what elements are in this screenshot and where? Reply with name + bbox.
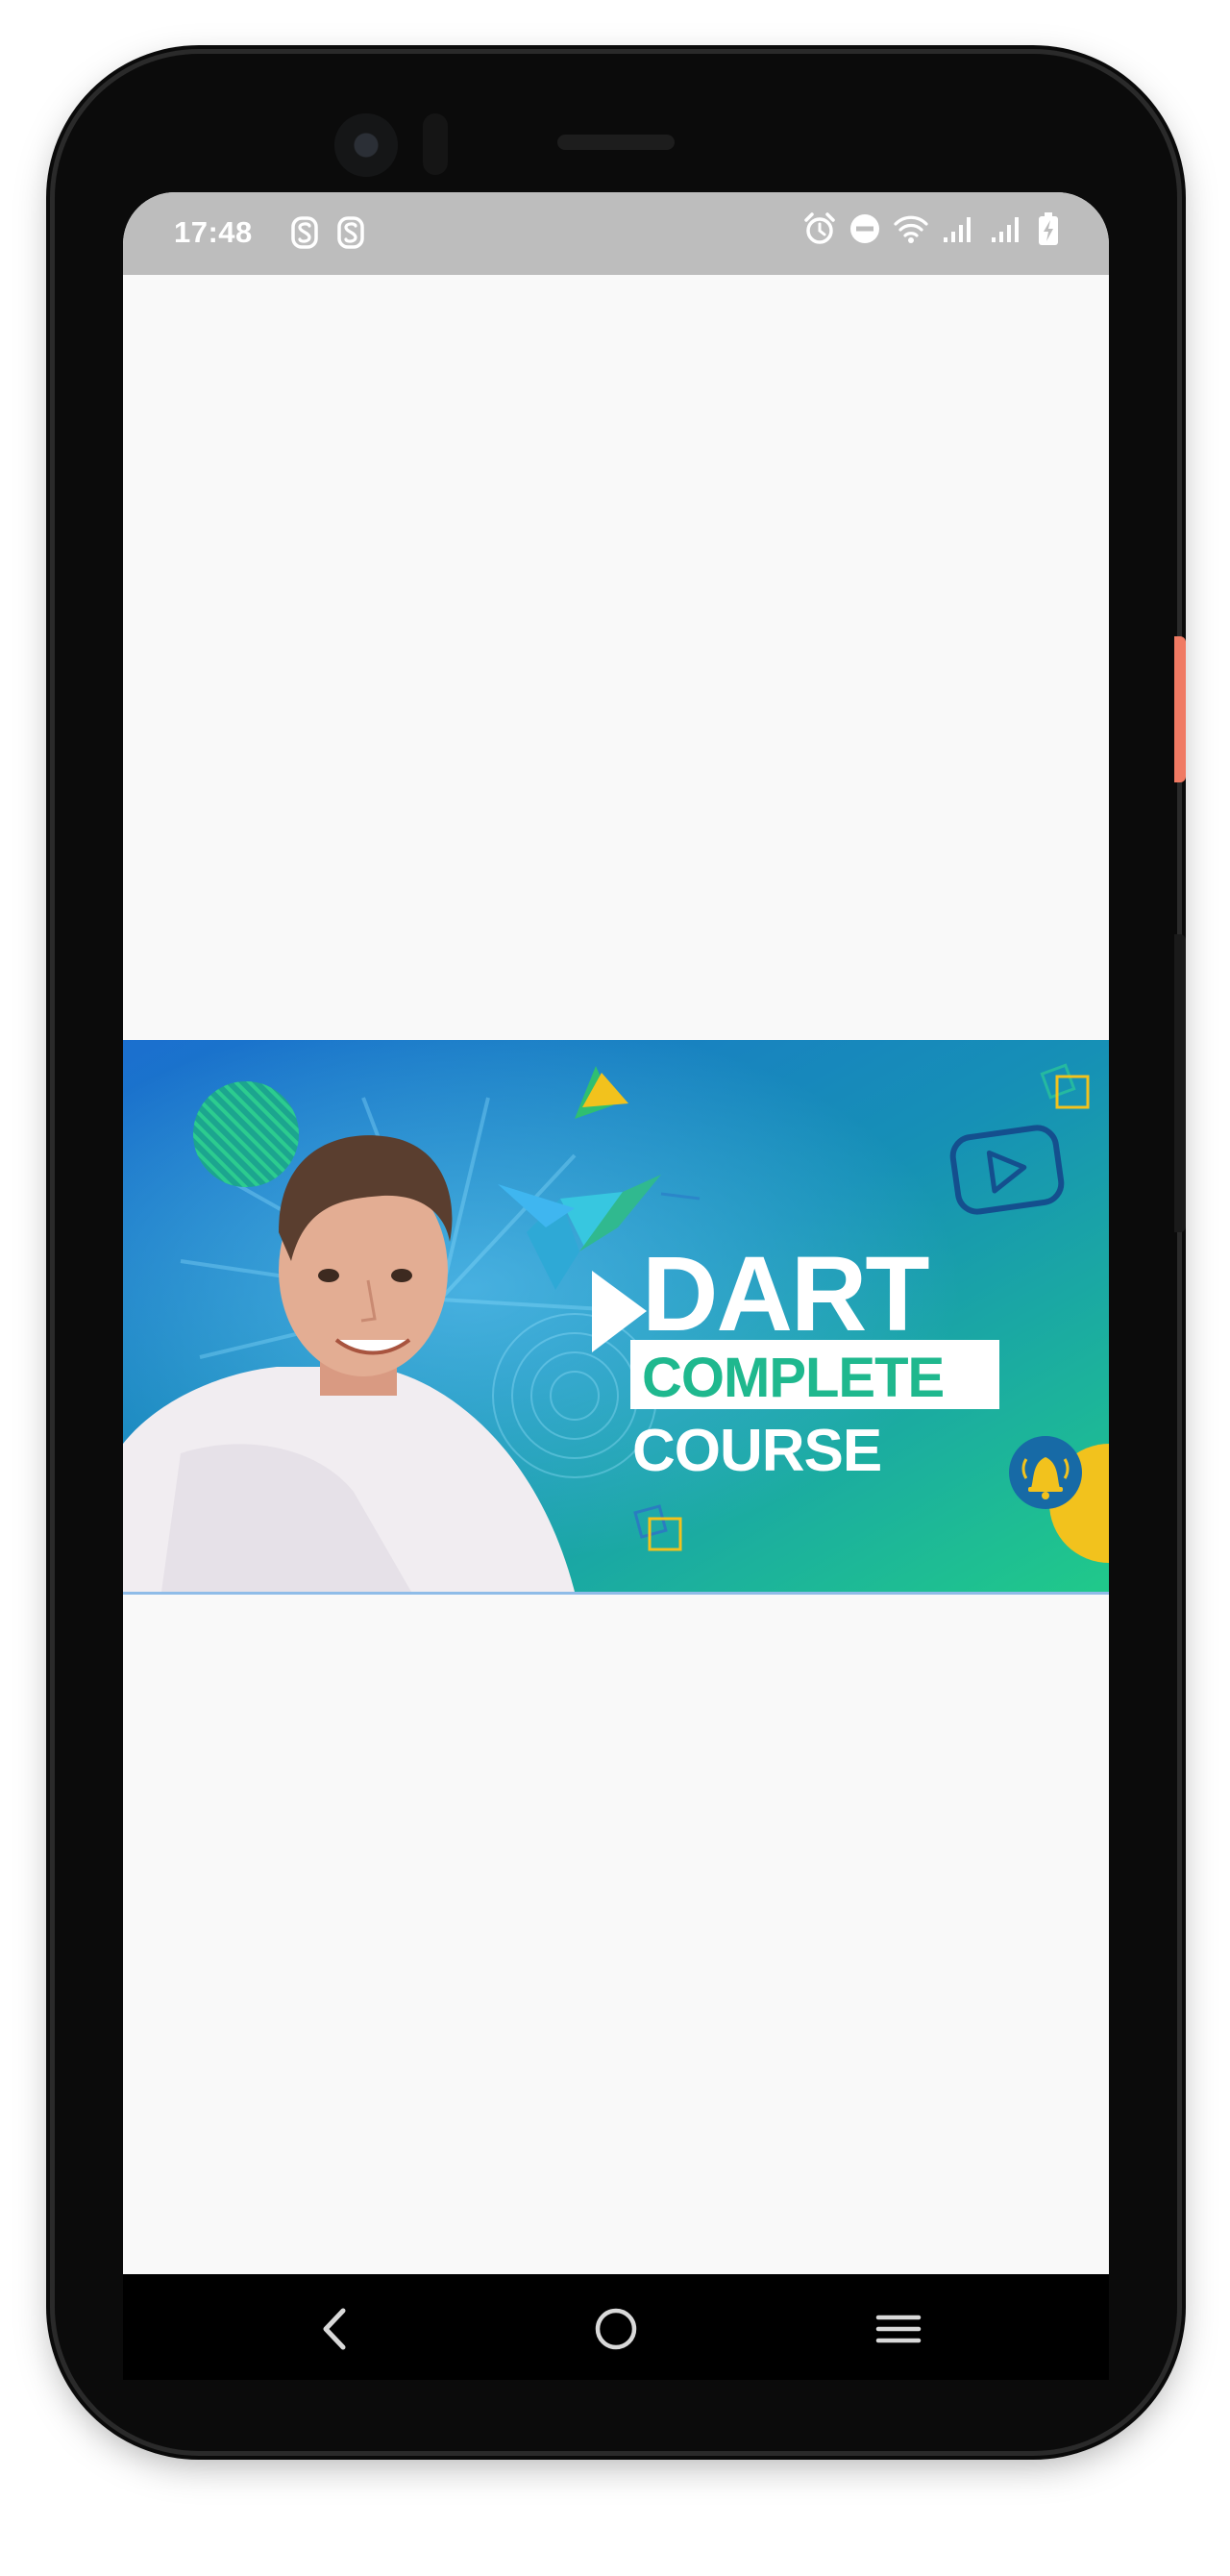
front-camera (334, 113, 398, 177)
back-icon[interactable] (302, 2295, 369, 2363)
volume-button (1174, 934, 1186, 1232)
system-status-icons (803, 211, 1059, 246)
signal-icon (992, 217, 1019, 242)
proximity-sensor (423, 113, 448, 175)
banner-title-dart: DART (642, 1235, 929, 1353)
signal-icon (944, 217, 971, 242)
bell-icon (1009, 1436, 1082, 1509)
status-bar: 17:48 (123, 192, 1109, 275)
do-not-disturb-icon (850, 214, 879, 243)
battery-charging-icon (1039, 212, 1058, 245)
phone-screen: 17:48 DART COMPLETE COURSE (123, 192, 1109, 2274)
banner-title-complete: COMPLETE (642, 1347, 944, 1409)
home-icon[interactable] (582, 2295, 650, 2363)
wifi-icon (894, 215, 928, 243)
power-button (1174, 636, 1186, 782)
alarm-icon (804, 212, 835, 244)
banner-title-course: COURSE (632, 1418, 881, 1484)
dart-course-banner[interactable]: DART COMPLETE COURSE (123, 1040, 1109, 1595)
banner-artwork: DART COMPLETE COURSE (123, 1040, 1109, 1592)
status-time: 17:48 (174, 215, 253, 249)
notification-s-icon (337, 216, 364, 249)
app-content: DART COMPLETE COURSE (123, 275, 1109, 2274)
recents-icon[interactable] (865, 2295, 932, 2363)
notification-icons (288, 213, 367, 252)
earpiece-speaker (557, 135, 675, 150)
navigation-bar (123, 2274, 1109, 2380)
notification-s-icon (291, 216, 318, 249)
